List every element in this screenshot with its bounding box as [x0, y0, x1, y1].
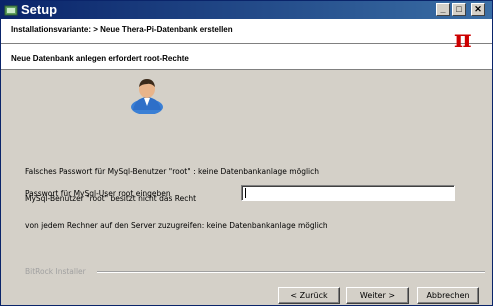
maximize-button[interactable]: □ — [452, 3, 466, 16]
header-divider — [1, 43, 492, 44]
footer-divider — [97, 271, 485, 273]
installer-brand: BitRock Installer — [25, 267, 86, 276]
window-title: Setup — [21, 2, 58, 17]
message-line: von jedem Rechner auf den Server zuzugre… — [25, 221, 328, 230]
setup-window: Setup _ □ ✕ Installationsvariante: > Neu… — [0, 0, 493, 306]
next-button[interactable]: Weiter > — [346, 287, 409, 304]
close-button[interactable]: ✕ — [471, 3, 485, 16]
text-caret — [245, 188, 246, 198]
message-line: Falsches Passwort für MySql-Benutzer "ro… — [25, 167, 320, 176]
pi-logo: π — [454, 24, 472, 53]
header-title: Installationsvariante: > Neue Thera-Pi-D… — [11, 25, 233, 34]
minimize-button[interactable]: _ — [436, 3, 450, 16]
password-label: Passwort für MySql-User root eingeben — [25, 189, 171, 198]
cancel-button[interactable]: Abbrechen — [417, 287, 479, 304]
user-icon — [131, 79, 163, 114]
title-bar[interactable]: Setup _ □ ✕ — [1, 1, 492, 19]
header-subtitle: Neue Datenbank anlegen erfordert root-Re… — [11, 54, 189, 63]
setup-icon — [4, 5, 18, 16]
wizard-header: Installationsvariante: > Neue Thera-Pi-D… — [1, 19, 492, 70]
password-input[interactable] — [241, 185, 455, 201]
back-button[interactable]: < Zurück — [278, 287, 340, 304]
